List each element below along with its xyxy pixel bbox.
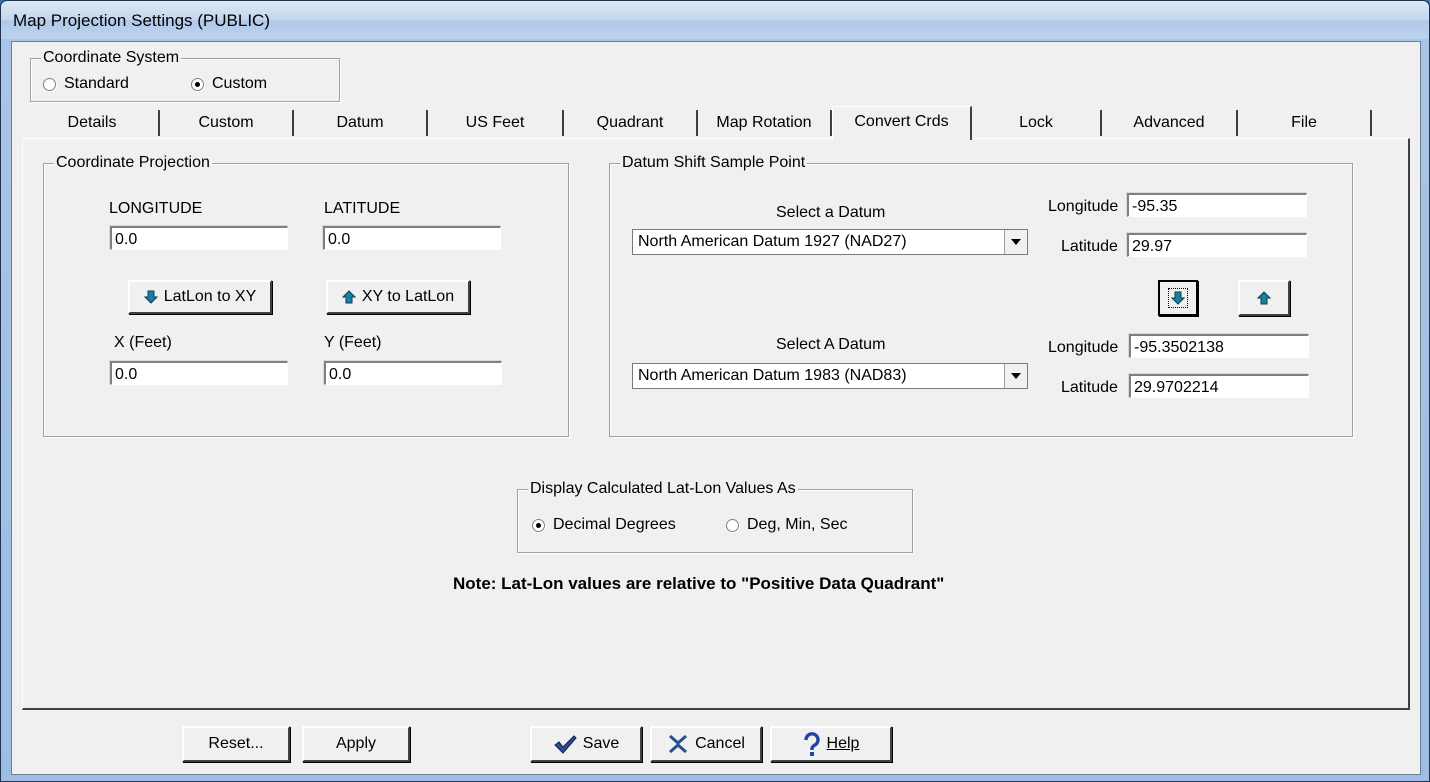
help-label: Help (826, 735, 860, 752)
shift-down-button[interactable] (1158, 280, 1198, 316)
radio-decimal-degrees-dot[interactable] (532, 518, 545, 532)
longitude-header: LONGITUDE (109, 200, 203, 217)
select-datum-label-2: Select A Datum (776, 336, 886, 353)
datum-select-2[interactable]: North American Datum 1983 (NAD83) (632, 363, 1028, 389)
apply-button[interactable]: Apply (302, 726, 410, 762)
chevron-down-icon[interactable] (1004, 364, 1027, 388)
radio-deg-min-sec[interactable]: Deg, Min, Sec (726, 516, 847, 534)
datum-shift-title: Datum Shift Sample Point (620, 154, 808, 172)
note-text: Note: Lat-Lon values are relative to "Po… (453, 574, 945, 593)
datum-select-2-value: North American Datum 1983 (NAD83) (638, 367, 907, 384)
arrow-down-icon (1168, 288, 1188, 308)
cancel-button[interactable]: Cancel (650, 726, 762, 762)
tab-us-feet[interactable]: US Feet (428, 110, 564, 136)
arrow-up-icon (341, 290, 356, 304)
radio-decimal-degrees[interactable]: Decimal Degrees (532, 516, 676, 534)
radio-standard-dot[interactable] (43, 77, 56, 91)
tab-custom-label: Custom (198, 114, 254, 131)
y-feet-input[interactable]: 0.0 (324, 361, 502, 385)
reset-button[interactable]: Reset... (182, 726, 290, 762)
arrow-down-icon (143, 290, 158, 304)
window-title: Map Projection Settings (PUBLIC) (13, 11, 270, 30)
radio-standard[interactable]: Standard (43, 75, 129, 93)
tab-map-rotation-label: Map Rotation (716, 114, 812, 131)
tab-file-label: File (1291, 114, 1317, 131)
tab-datum-label: Datum (336, 114, 384, 131)
shift-up-button[interactable] (1238, 280, 1290, 316)
tab-panel-convert-crds: Coordinate Projection LONGITUDE LATITUDE… (22, 138, 1410, 710)
latitude-2-input[interactable]: 29.9702214 (1129, 374, 1309, 398)
save-label: Save (582, 735, 620, 752)
radio-deg-min-sec-label: Deg, Min, Sec (747, 516, 848, 533)
x-feet-label: X (Feet) (114, 334, 172, 351)
longitude-input[interactable]: 0.0 (110, 226, 288, 250)
reset-label: Reset... (208, 735, 264, 752)
tab-custom[interactable]: Custom (160, 110, 294, 136)
question-mark-icon (803, 732, 821, 756)
cancel-label: Cancel (695, 735, 745, 752)
apply-label: Apply (335, 735, 377, 752)
save-button[interactable]: Save (530, 726, 642, 762)
coordinate-system-title: Coordinate System (41, 49, 182, 67)
latitude-input[interactable]: 0.0 (323, 226, 501, 250)
xy-to-latlon-button[interactable]: XY to LatLon (326, 280, 470, 314)
tab-file[interactable]: File (1238, 110, 1372, 136)
radio-standard-label: Standard (64, 75, 129, 92)
latitude-header: LATITUDE (324, 200, 401, 217)
tab-us-feet-label: US Feet (465, 114, 525, 131)
xy-to-latlon-label: XY to LatLon (361, 288, 455, 305)
coordinate-projection-group: Coordinate Projection LONGITUDE LATITUDE… (43, 154, 569, 437)
tab-quadrant[interactable]: Quadrant (564, 110, 698, 136)
help-button[interactable]: Help (770, 726, 892, 762)
longitude-1-input[interactable]: -95.35 (1127, 193, 1307, 217)
longitude-2-input[interactable]: -95.3502138 (1129, 334, 1309, 358)
radio-custom-label: Custom (212, 75, 268, 92)
datum-select-1-value: North American Datum 1927 (NAD27) (638, 233, 907, 250)
tab-map-rotation[interactable]: Map Rotation (698, 110, 832, 136)
tab-advanced-label: Advanced (1133, 114, 1205, 131)
title-bar[interactable]: Map Projection Settings (PUBLIC) (1, 1, 1429, 39)
checkmark-icon (553, 734, 577, 754)
display-latlon-group: Display Calculated Lat-Lon Values As Dec… (517, 480, 913, 553)
arrow-up-icon (1257, 291, 1271, 305)
select-datum-label-1: Select a Datum (776, 204, 886, 221)
tab-advanced[interactable]: Advanced (1102, 110, 1238, 136)
tab-details-label: Details (67, 114, 117, 131)
chevron-down-icon[interactable] (1004, 230, 1027, 254)
tab-lock-label: Lock (1019, 114, 1053, 131)
longitude-1-label: Longitude (1048, 198, 1119, 215)
latlon-to-xy-button[interactable]: LatLon to XY (128, 280, 272, 314)
tab-lock[interactable]: Lock (972, 110, 1102, 136)
y-feet-label: Y (Feet) (324, 334, 382, 351)
coordinate-system-group: Coordinate System Standard Custom (30, 49, 340, 102)
longitude-2-label: Longitude (1048, 339, 1119, 356)
latitude-2-label: Latitude (1061, 379, 1118, 396)
dialog-body: Coordinate System Standard Custom Detail… (11, 41, 1421, 775)
latitude-1-label: Latitude (1061, 238, 1118, 255)
tab-convert-crds-label: Convert Crds (854, 113, 949, 130)
tab-datum[interactable]: Datum (294, 110, 428, 136)
latitude-1-input[interactable]: 29.97 (1127, 233, 1307, 257)
display-latlon-title: Display Calculated Lat-Lon Values As (528, 480, 798, 498)
datum-select-1[interactable]: North American Datum 1927 (NAD27) (632, 229, 1028, 255)
tab-details[interactable]: Details (26, 110, 160, 136)
tab-quadrant-label: Quadrant (596, 114, 664, 131)
coordinate-projection-title: Coordinate Projection (54, 154, 212, 172)
radio-decimal-degrees-label: Decimal Degrees (553, 516, 676, 533)
tab-convert-crds[interactable]: Convert Crds (832, 106, 972, 140)
latlon-to-xy-label: LatLon to XY (163, 288, 257, 305)
radio-custom-dot[interactable] (191, 77, 204, 91)
x-feet-input[interactable]: 0.0 (110, 361, 288, 385)
datum-shift-group: Datum Shift Sample Point Select a Datum … (609, 154, 1353, 437)
radio-deg-min-sec-dot[interactable] (726, 518, 739, 532)
window: Map Projection Settings (PUBLIC) Coordin… (0, 0, 1430, 782)
radio-custom[interactable]: Custom (191, 75, 267, 93)
cancel-x-icon (667, 734, 689, 754)
